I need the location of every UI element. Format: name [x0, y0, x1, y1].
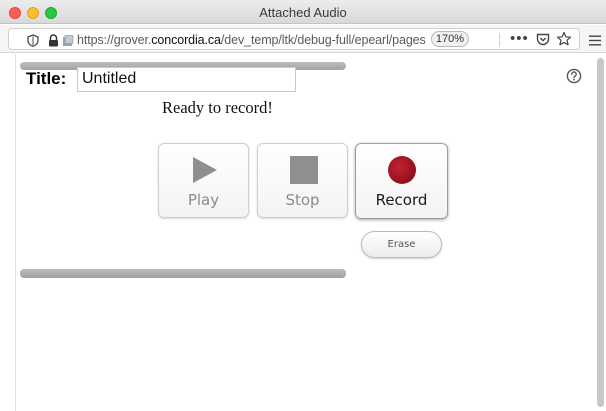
- play-button[interactable]: Play: [158, 143, 249, 218]
- url-divider: [499, 33, 500, 47]
- recorder-status: Ready to record!: [162, 98, 273, 117]
- record-dot-icon: [356, 154, 447, 186]
- stop-button-label: Stop: [285, 191, 320, 209]
- recorder-panel-bottom-bar: [20, 269, 346, 278]
- content-left-edge: [15, 54, 16, 411]
- record-button-label: Record: [375, 191, 428, 209]
- window-title: Attached Audio: [259, 5, 347, 20]
- address-bar[interactable]: https://grover.concordia.ca/dev_temp/ltk…: [8, 28, 580, 50]
- play-button-label: Play: [187, 191, 220, 209]
- hamburger-menu-icon[interactable]: [589, 33, 601, 51]
- url-text: https://grover.concordia.ca/dev_temp/ltk…: [77, 33, 426, 47]
- stop-square-icon: [258, 154, 347, 186]
- url-prefix: https://grover.: [77, 33, 152, 47]
- play-triangle-icon: [159, 154, 248, 186]
- browser-toolbar: https://grover.concordia.ca/dev_temp/ltk…: [0, 25, 606, 53]
- shield-icon[interactable]: [27, 34, 39, 52]
- erase-button[interactable]: Erase: [361, 231, 442, 258]
- pocket-icon[interactable]: [536, 33, 550, 51]
- window-titlebar: Attached Audio: [0, 0, 606, 24]
- zoom-level-badge[interactable]: 170%: [431, 31, 469, 47]
- record-button[interactable]: Record: [355, 143, 448, 219]
- bookmark-star-icon[interactable]: [556, 31, 572, 52]
- lock-icon[interactable]: [48, 34, 59, 52]
- page-content: Title: Untitled Ready to record! Play St…: [0, 54, 606, 411]
- url-domain: concordia.ca: [151, 33, 221, 47]
- title-label: Title:: [26, 69, 67, 88]
- title-input[interactable]: Untitled: [77, 67, 296, 92]
- page-info-icon[interactable]: [62, 34, 74, 52]
- more-actions-icon[interactable]: •••: [510, 30, 529, 47]
- url-path: /dev_temp/ltk/debug-full/epearl/pages: [220, 33, 426, 47]
- stop-button[interactable]: Stop: [257, 143, 348, 218]
- vertical-scrollbar[interactable]: [597, 58, 604, 407]
- help-circle-icon[interactable]: [566, 68, 582, 89]
